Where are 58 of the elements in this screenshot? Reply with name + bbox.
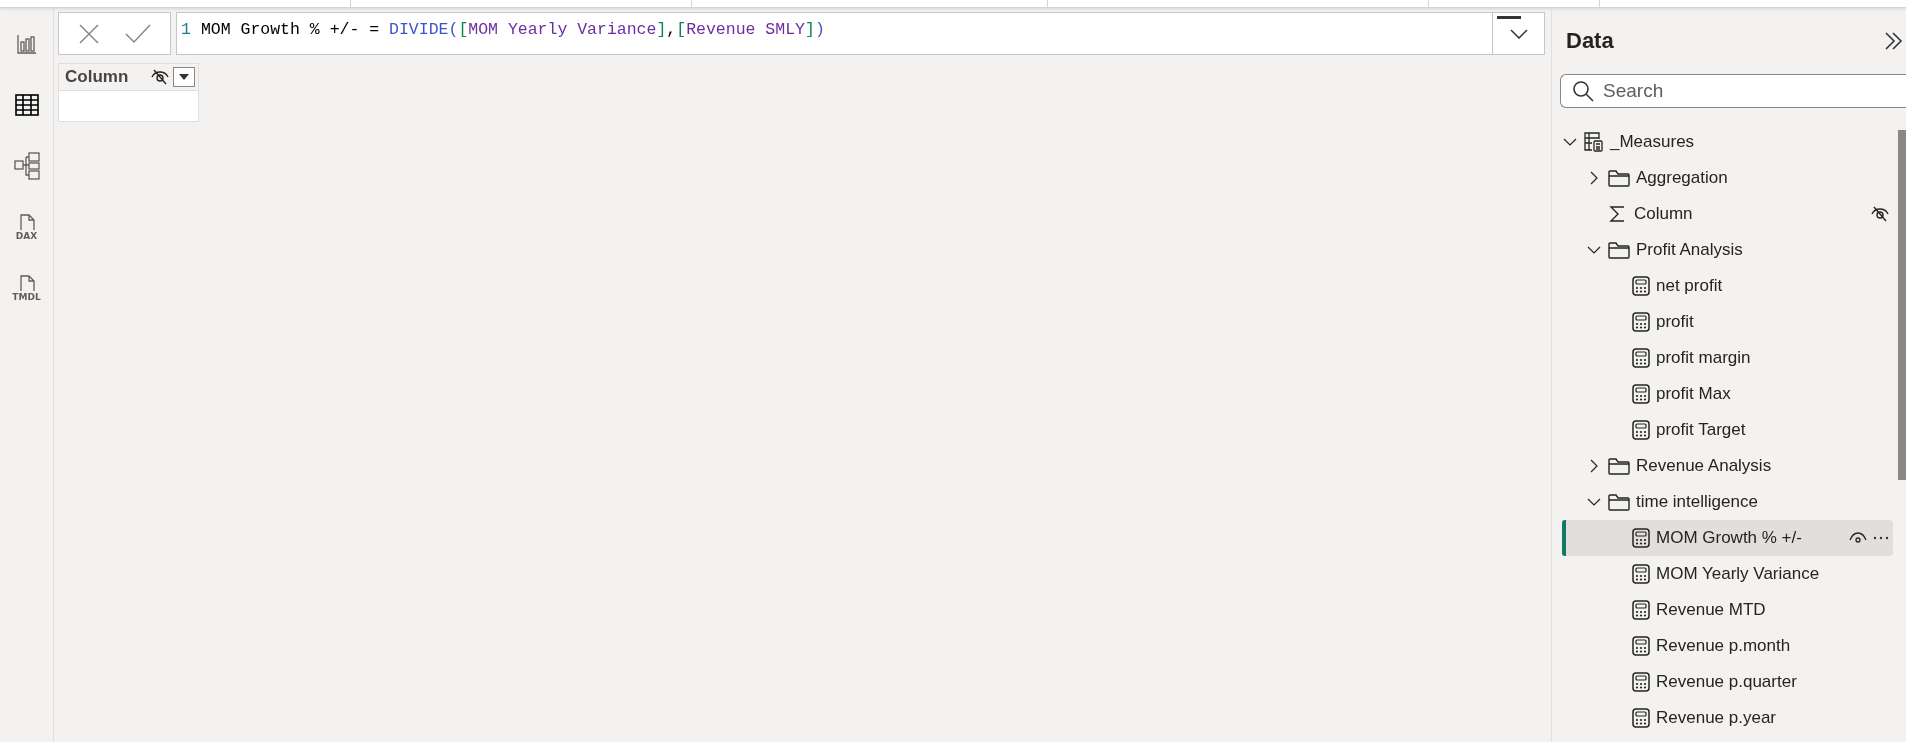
folder-icon (1608, 169, 1630, 187)
dropdown-button[interactable] (173, 67, 195, 87)
formula-editor[interactable]: 1 MOM Growth % +/- = DIVIDE([MOM Yearly Variance],[Revenue SMLY]) (176, 12, 1545, 55)
folder-icon (1608, 457, 1630, 475)
tree-item[interactable]: Revenue p.quarter (1562, 664, 1893, 700)
tree-item[interactable]: net profit (1562, 268, 1893, 304)
calculator-icon (1632, 672, 1650, 692)
tree-item[interactable]: profit Target (1562, 412, 1893, 448)
search-icon (1572, 80, 1594, 102)
model-icon (13, 151, 40, 180)
scrollbar[interactable] (1898, 130, 1906, 480)
tree-item[interactable]: MOM Growth % +/- (1562, 520, 1893, 556)
hidden-icon (151, 69, 169, 85)
eye-icon[interactable] (1849, 531, 1867, 545)
hidden-icon (1871, 206, 1889, 222)
doc-view-button[interactable]: DAX (6, 203, 47, 250)
calculator-icon (1632, 276, 1650, 296)
cancel-icon[interactable] (77, 22, 100, 45)
more-icon[interactable] (1873, 536, 1889, 540)
calculator-icon (1632, 312, 1650, 332)
collapse-button[interactable] (1882, 30, 1904, 52)
tree-item[interactable]: Revenue p.year (1562, 700, 1893, 736)
check-icon[interactable] (125, 23, 152, 44)
line-number: 1 (181, 20, 191, 39)
table-icon (14, 93, 39, 116)
tree-item[interactable]: time intelligence (1562, 484, 1893, 520)
calculator-icon (1632, 420, 1650, 440)
column-name: Column (65, 67, 130, 87)
folder-icon (1608, 493, 1630, 511)
doc-view-button[interactable]: TMDL (6, 264, 47, 311)
caret-icon (179, 74, 189, 80)
tree-item[interactable]: profit Max (1562, 376, 1893, 412)
tree-item[interactable]: profit (1562, 304, 1893, 340)
calculator-icon (1632, 384, 1650, 404)
tree-item[interactable]: Revenue Analysis (1562, 448, 1893, 484)
calculator-icon (1632, 636, 1650, 656)
chevron-down-icon (1509, 28, 1528, 39)
column-header[interactable]: Column (58, 63, 199, 91)
bar-chart-icon (15, 32, 38, 55)
table-calculator-icon (1584, 132, 1604, 152)
tree-item[interactable]: _Measures (1562, 124, 1893, 160)
tree-item[interactable]: Column (1562, 196, 1893, 232)
calculator-icon (1632, 348, 1650, 368)
double-chevron-icon (1882, 30, 1904, 52)
tree-item[interactable]: MOM Yearly Variance (1562, 556, 1893, 592)
folder-icon (1608, 241, 1630, 259)
calculator-icon (1632, 600, 1650, 620)
search-field[interactable]: Search (1560, 74, 1906, 108)
calculator-icon (1632, 528, 1650, 548)
tree-item[interactable]: profit margin (1562, 340, 1893, 376)
formula-text: MOM Growth % +/- = DIVIDE([MOM Yearly Variance],[Revenue SMLY]) (200, 20, 825, 39)
calculator-icon (1632, 708, 1650, 728)
calculator-icon (1632, 564, 1650, 584)
tree-item[interactable]: Profit Analysis (1562, 232, 1893, 268)
pane-title: Data (1566, 28, 1614, 54)
tree-item[interactable]: Aggregation (1562, 160, 1893, 196)
tree-item[interactable]: Revenue p.month (1562, 628, 1893, 664)
tree-item[interactable]: Revenue MTD (1562, 592, 1893, 628)
